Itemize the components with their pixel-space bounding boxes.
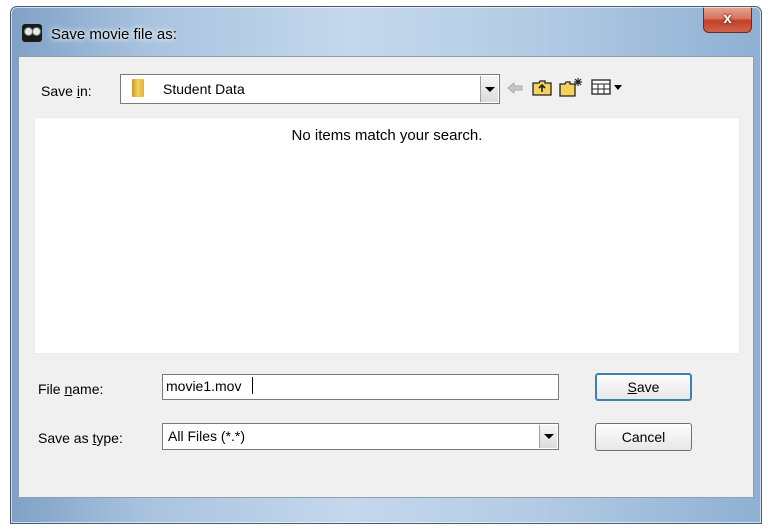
chevron-down-icon[interactable]: [480, 76, 498, 102]
new-folder-icon[interactable]: [559, 75, 585, 99]
view-menu-icon[interactable]: [591, 76, 625, 98]
dialog-client: Save in: Student Data No items match you…: [18, 56, 754, 498]
file-list-pane[interactable]: No items match your search.: [34, 117, 740, 354]
save-type-value: All Files (*.*): [168, 428, 246, 444]
save-in-label: Save in:: [41, 83, 92, 99]
folder-icon: [132, 79, 144, 97]
file-name-value: movie1.mov: [166, 378, 242, 394]
file-name-label: File name:: [38, 381, 104, 397]
back-arrow-icon[interactable]: [506, 77, 524, 99]
location-value: Student Data: [163, 81, 245, 97]
title-bar[interactable]: Save movie file as: x: [11, 7, 761, 57]
save-type-dropdown[interactable]: All Files (*.*): [162, 423, 559, 450]
file-name-input[interactable]: movie1.mov: [162, 374, 559, 400]
close-icon: x: [723, 10, 732, 27]
cancel-button[interactable]: Cancel: [595, 423, 692, 451]
save-in-dropdown[interactable]: Student Data: [120, 74, 500, 104]
window-title: Save movie file as:: [51, 26, 177, 43]
close-button[interactable]: x: [703, 7, 752, 33]
up-folder-icon[interactable]: [531, 77, 553, 99]
text-caret: [252, 377, 253, 394]
empty-message: No items match your search.: [291, 127, 483, 144]
save-type-label: Save as type:: [38, 430, 123, 446]
app-icon: [22, 24, 42, 42]
save-button[interactable]: Save: [595, 373, 692, 401]
chevron-down-icon[interactable]: [539, 425, 557, 448]
